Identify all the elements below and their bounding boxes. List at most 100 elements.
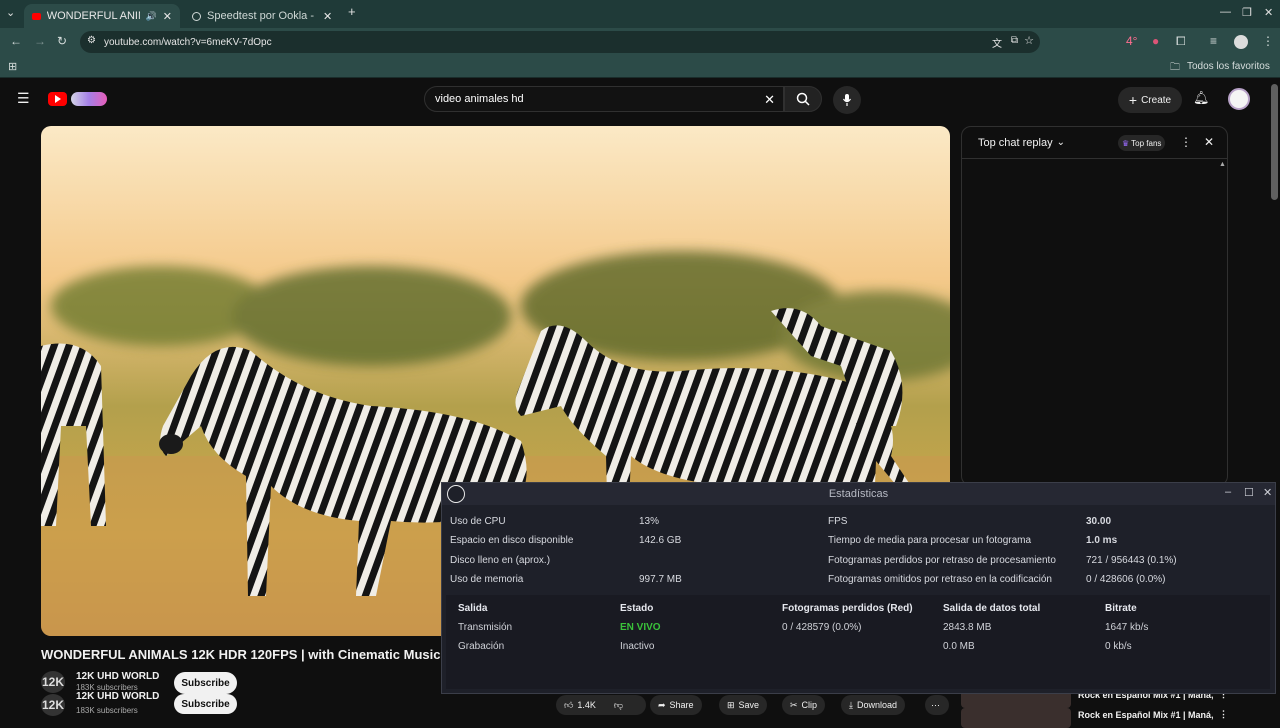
reload-icon[interactable]: ↻ <box>57 34 67 48</box>
translate-icon[interactable]: 文 <box>992 35 1002 50</box>
column-header: Salida de datos total <box>943 603 1041 614</box>
account-avatar[interactable] <box>1228 88 1250 110</box>
url-bar[interactable]: ⚙ youtube.com/watch?v=6meKV-7dOpc 文 ⧉ ☆ <box>80 31 1040 53</box>
bitrate: 0 kb/s <box>1105 641 1132 652</box>
search-button[interactable] <box>784 86 822 112</box>
save-icon: ⊞ <box>727 699 735 710</box>
channel-avatar[interactable]: 12K <box>41 671 65 693</box>
site-info-icon[interactable]: ⚙ <box>87 35 96 46</box>
subscribe-button[interactable]: Subscribe <box>174 672 237 694</box>
forward-icon[interactable]: → <box>34 34 46 48</box>
page-scrollbar[interactable] <box>1271 84 1278 200</box>
stat-value: 13% <box>639 516 660 527</box>
bitrate: 1647 kb/s <box>1105 622 1149 633</box>
clip-button[interactable]: ✂ Clip <box>782 695 826 715</box>
column-header: Bitrate <box>1105 603 1137 614</box>
stat-label: Uso de memoria <box>450 574 524 585</box>
channel-name[interactable]: 12K UHD WORLD <box>76 691 159 702</box>
apps-grid-icon[interactable]: ⊞ <box>8 60 17 73</box>
chevron-down-icon[interactable]: ⌄ <box>1057 137 1065 148</box>
stat-label: Tiempo de media para procesar un fotogra… <box>828 535 1032 546</box>
recommendation-thumbnail <box>961 708 1071 728</box>
tab-search-chevron-icon[interactable]: ⌄ <box>6 6 15 19</box>
tab-youtube[interactable]: WONDERFUL ANIMALS 12K HDR 120FPS 🔊 ✕ <box>24 4 180 28</box>
close-window-icon[interactable]: ✕ <box>1264 6 1273 19</box>
column-header: Salida <box>458 603 488 614</box>
create-button[interactable]: + Create <box>1118 87 1182 113</box>
download-button[interactable]: ⤓ Download <box>841 695 906 715</box>
top-fans-badge[interactable]: ♛ Top fans <box>1118 135 1166 151</box>
save-button[interactable]: ⊞ Save <box>719 695 768 715</box>
top-fans-label: Top fans <box>1131 138 1162 148</box>
bookmarks-bar: ⊞ 🗀 Todos los favoritos <box>0 56 1280 78</box>
play-triangle-icon <box>55 95 61 103</box>
download-label: Download <box>856 700 898 710</box>
microphone-icon <box>843 94 851 106</box>
obs-window-title: Estadísticas <box>828 488 889 500</box>
maximize-icon[interactable]: ☐ <box>1244 486 1254 499</box>
channel-avatar[interactable]: 12K <box>41 694 65 716</box>
obs-logo-icon <box>447 485 465 503</box>
create-label: Create <box>1141 94 1172 106</box>
browser-menu-icon[interactable]: ⋮ <box>1262 34 1274 48</box>
new-tab-icon[interactable]: + <box>348 4 356 19</box>
output-status-live: EN VIVO <box>620 622 661 633</box>
recommendation-item[interactable]: Rock en Español Mix #1 | Maná, ⋮ <box>961 708 1271 728</box>
doodle-icon <box>71 92 107 106</box>
share-button[interactable]: ➦ Share <box>650 695 702 715</box>
recommendation-menu-icon[interactable]: ⋮ <box>1219 709 1228 720</box>
chat-scroll-up-icon[interactable]: ▲ <box>1219 161 1226 168</box>
speedtest-favicon-icon <box>192 11 201 21</box>
share-icon: ➦ <box>658 699 666 710</box>
obs-titlebar[interactable]: Estadísticas – ☐ ✕ <box>442 483 1275 505</box>
close-tab-icon[interactable]: ✕ <box>323 10 332 23</box>
stat-value: 1.0 ms <box>1086 535 1118 546</box>
close-icon[interactable]: ✕ <box>1263 486 1272 499</box>
back-icon[interactable]: ← <box>10 34 22 48</box>
output-name: Grabación <box>458 641 505 652</box>
dislike-icon[interactable]: 👎︎ <box>614 700 623 711</box>
tab-speedtest[interactable]: Speedtest por Ookla - La prueba ✕ <box>184 4 342 28</box>
profile-avatar-icon[interactable] <box>1234 35 1248 49</box>
output-status: Inactivo <box>620 641 655 652</box>
extension-icon[interactable]: ● <box>1152 34 1159 48</box>
chat-mode-dropdown[interactable]: Top chat replay <box>978 137 1053 149</box>
extensions-puzzle-icon[interactable]: ⧠ <box>1176 34 1186 49</box>
minimize-icon[interactable]: — <box>1220 6 1231 18</box>
save-label: Save <box>738 700 760 710</box>
close-tab-icon[interactable]: ✕ <box>163 10 172 23</box>
stat-value: 721 / 956443 (0.1%) <box>1086 555 1177 566</box>
close-chat-icon[interactable]: ✕ <box>1204 135 1214 149</box>
voice-search-button[interactable] <box>833 86 861 114</box>
media-controls-icon[interactable]: ≡ <box>1210 34 1217 48</box>
search-input[interactable]: video animales hd ✕ <box>424 86 784 112</box>
subscribe-button[interactable]: Subscribe <box>174 694 237 714</box>
column-header: Fotogramas perdidos (Red) <box>782 603 913 614</box>
stat-value: 997.7 MB <box>639 574 682 585</box>
tab-title: WONDERFUL ANIMALS 12K HDR 120FPS <box>46 10 140 22</box>
search-icon <box>796 92 810 106</box>
channel-row: 12K 12K UHD WORLD 183K subscribers Subsc… <box>41 671 241 694</box>
all-bookmarks-link[interactable]: Todos los favoritos <box>1187 61 1270 72</box>
bookmark-star-icon[interactable]: ☆ <box>1024 34 1034 47</box>
youtube-favicon-icon <box>32 12 41 20</box>
tab-title: Speedtest por Ookla - La prueba <box>207 10 317 22</box>
chat-more-icon[interactable]: ⋮ <box>1180 135 1192 149</box>
plus-icon: + <box>1128 92 1138 108</box>
restore-icon[interactable]: ❐ <box>1242 6 1252 19</box>
notifications-bell-icon[interactable]: 🔔︎ <box>1193 90 1210 106</box>
channel-name[interactable]: 12K UHD WORLD <box>76 671 159 682</box>
more-actions-button[interactable]: ⋯ <box>925 695 949 715</box>
hamburger-menu-icon[interactable]: ☰ <box>17 90 30 107</box>
like-count: 1.4K <box>577 700 596 710</box>
browser-tab-strip: ⌄ WONDERFUL ANIMALS 12K HDR 120FPS 🔊 ✕ S… <box>0 0 1280 28</box>
install-app-icon[interactable]: ⧉ <box>1011 35 1018 46</box>
minimize-icon[interactable]: – <box>1225 486 1231 498</box>
extension-icon[interactable]: 4° <box>1126 34 1137 48</box>
obs-stats-window: Estadísticas – ☐ ✕ Uso de CPU 13% Espaci… <box>441 482 1276 694</box>
youtube-logo[interactable] <box>48 92 108 108</box>
clear-search-icon[interactable]: ✕ <box>764 92 775 108</box>
like-button[interactable]: 👍︎ 1.4K 👎︎ <box>556 695 646 715</box>
speaker-icon[interactable]: 🔊 <box>146 11 157 22</box>
folder-icon: 🗀 <box>1170 62 1180 73</box>
